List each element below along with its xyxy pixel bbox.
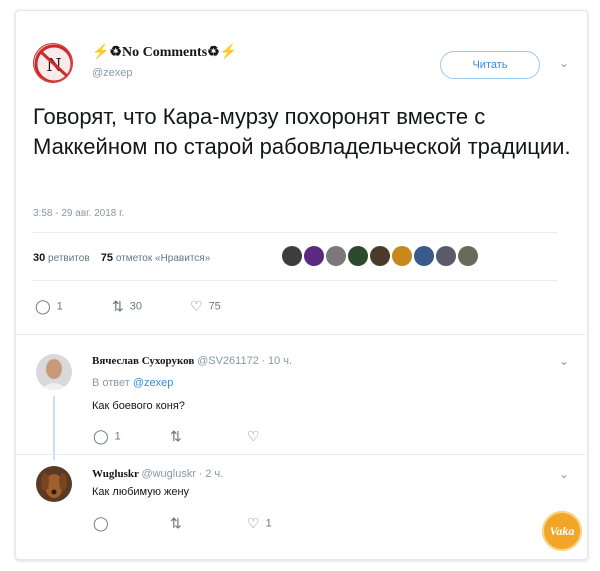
reply-count: 1	[56, 300, 63, 313]
liker-avatar[interactable]	[282, 246, 302, 266]
heart-icon: ♡	[247, 515, 260, 531]
author-avatar[interactable]: N	[33, 43, 73, 83]
retweet-action[interactable]: ⇅ 30	[112, 298, 142, 315]
retweet-icon: ⇅	[170, 428, 182, 444]
reply-author-handle[interactable]: @SV261172	[197, 355, 259, 367]
like-action[interactable]: ♡	[247, 428, 266, 445]
retweets-label[interactable]: ретвитов	[48, 253, 90, 264]
liker-avatar[interactable]	[370, 246, 390, 266]
chevron-down-icon[interactable]: ⌄	[559, 354, 569, 368]
avatar[interactable]	[36, 466, 72, 502]
retweets-count[interactable]: 30	[33, 252, 45, 264]
retweet-count: 30	[129, 300, 142, 313]
tweet-stats: 30 ретвитов 75 отметок «Нравится»	[33, 252, 210, 264]
liker-avatar[interactable]	[392, 246, 412, 266]
likers-avatars	[282, 246, 480, 266]
liker-avatar[interactable]	[458, 246, 478, 266]
avatar[interactable]	[36, 354, 72, 390]
divider	[33, 280, 558, 281]
reply-text: Как любимую жену	[92, 486, 190, 498]
liker-avatar[interactable]	[414, 246, 434, 266]
like-action[interactable]: ♡ 75	[190, 298, 221, 315]
liker-avatar[interactable]	[348, 246, 368, 266]
reply-action[interactable]: ◯ 1	[35, 298, 63, 315]
reply-action[interactable]: ◯	[93, 515, 115, 532]
likes-count[interactable]: 75	[101, 252, 113, 264]
separator: ·	[198, 468, 203, 480]
reply-icon: ◯	[93, 428, 109, 444]
liker-avatar[interactable]	[304, 246, 324, 266]
reply-icon: ◯	[93, 515, 109, 531]
liker-avatar[interactable]	[436, 246, 456, 266]
retweet-action[interactable]: ⇅	[170, 428, 188, 445]
watermark-logo: Vaka	[542, 511, 582, 551]
like-count: 75	[208, 300, 221, 313]
reply-author-name[interactable]: Вячеслав Сухоруков	[92, 355, 194, 367]
divider	[16, 334, 586, 335]
reply-author-handle[interactable]: @wugluskr	[141, 468, 196, 480]
follow-button[interactable]: Читать	[440, 51, 540, 79]
reply-to-prefix: В ответ	[92, 377, 130, 389]
likes-label[interactable]: отметок «Нравится»	[116, 253, 210, 264]
divider	[33, 232, 558, 233]
reply-to-handle[interactable]: @zexep	[133, 377, 174, 389]
heart-icon: ♡	[247, 428, 260, 444]
retweet-icon: ⇅	[112, 298, 124, 314]
reply-author: Wugluskr @wugluskr · 2 ч.	[92, 468, 223, 480]
thread-line	[53, 396, 55, 460]
tweet-text: Говорят, что Кара-мурзу похоронят вместе…	[33, 104, 571, 159]
author-handle[interactable]: @zexep	[92, 67, 133, 79]
reply-text: Как боевого коня?	[92, 400, 185, 412]
chevron-down-icon[interactable]: ⌄	[559, 56, 569, 70]
reply-time[interactable]: 10 ч.	[268, 355, 292, 367]
reply-count: 1	[114, 430, 121, 443]
reply-author: Вячеслав Сухоруков @SV261172 · 10 ч.	[92, 355, 292, 367]
reply-time[interactable]: 2 ч.	[205, 468, 223, 480]
author-name[interactable]: ⚡♻No Comments♻⚡	[92, 44, 237, 61]
like-count: 1	[265, 517, 272, 530]
heart-icon: ♡	[190, 298, 203, 314]
separator: ·	[261, 355, 266, 367]
reply-to-line: В ответ @zexep	[92, 377, 173, 389]
reply-author-name[interactable]: Wugluskr	[92, 468, 139, 480]
tweet-timestamp[interactable]: 3:58 - 29 авг. 2018 г.	[33, 208, 124, 219]
reply-action[interactable]: ◯ 1	[93, 428, 121, 445]
reply-icon: ◯	[35, 298, 51, 314]
retweet-icon: ⇅	[170, 515, 182, 531]
chevron-down-icon[interactable]: ⌄	[559, 467, 569, 481]
divider	[16, 454, 586, 455]
like-action[interactable]: ♡ 1	[247, 515, 272, 532]
retweet-action[interactable]: ⇅	[170, 515, 188, 532]
liker-avatar[interactable]	[326, 246, 346, 266]
